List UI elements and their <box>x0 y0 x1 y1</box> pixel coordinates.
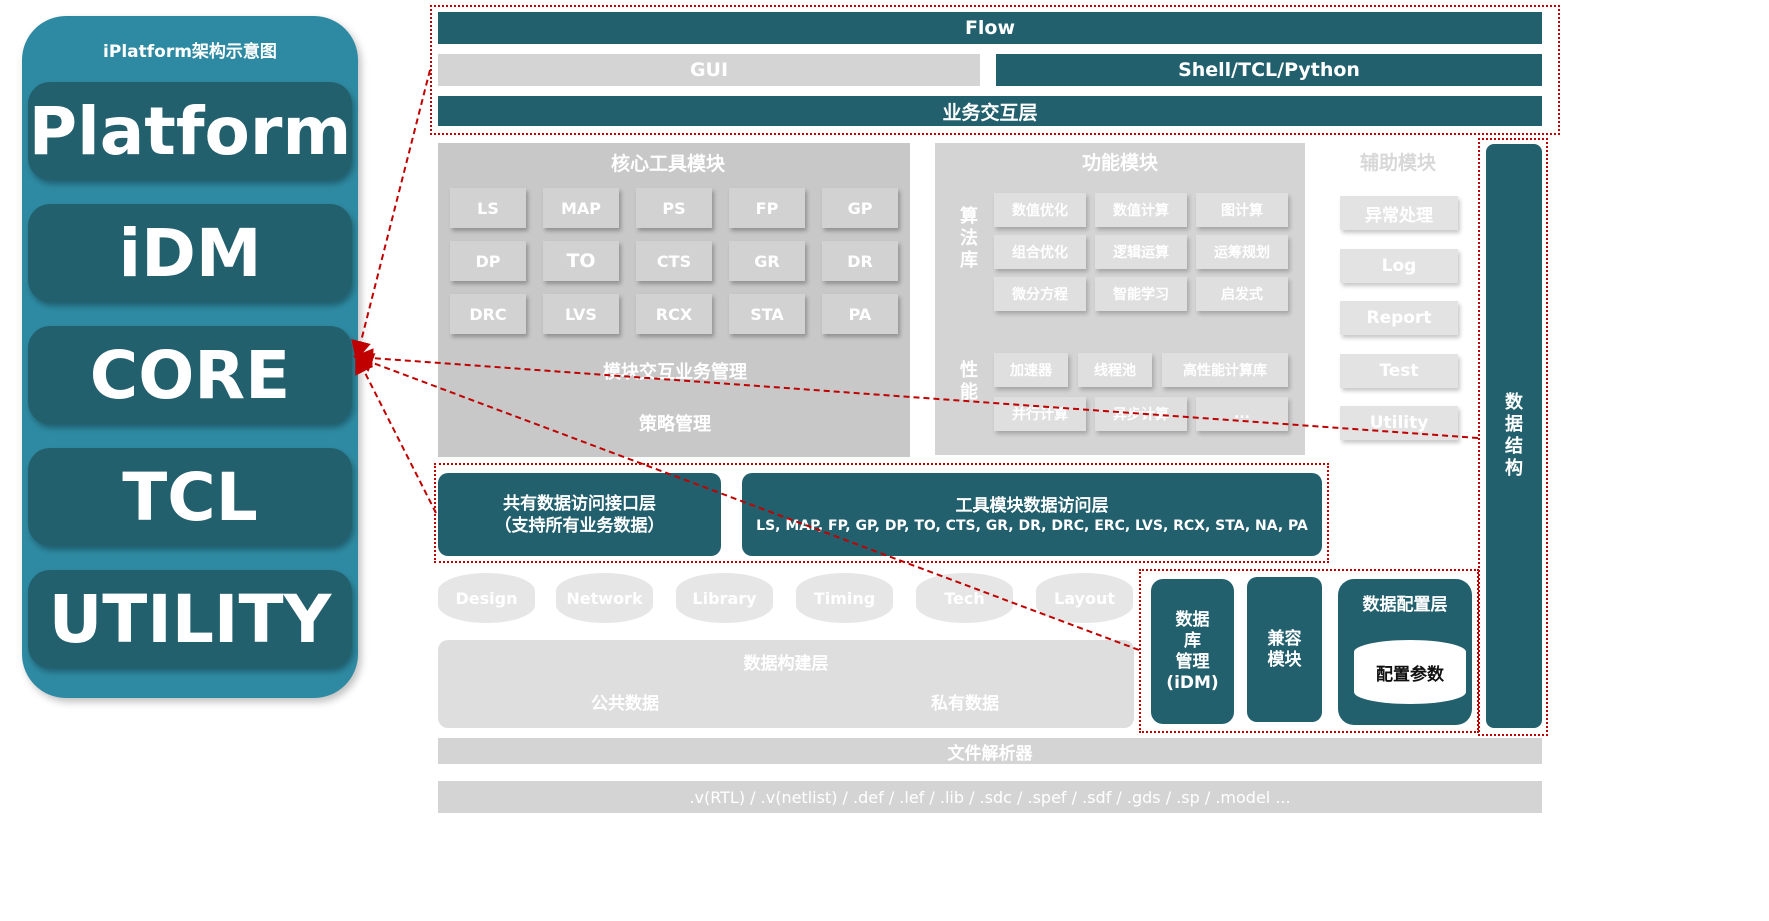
core-tools-title: 核心工具模块 <box>610 152 725 175</box>
shared-access-layer: 共有数据访问接口层 （支持所有业务数据） <box>438 473 721 556</box>
db-cylinder: Design <box>438 573 535 623</box>
tool-tile: RCX <box>636 294 712 334</box>
tool-tile: MAP <box>543 188 619 228</box>
layer-utility: UTILITY <box>28 570 352 668</box>
algo-tile: 图计算 <box>1196 193 1288 227</box>
tool-access-list: LS, MAP, FP, GP, DP, TO, CTS, GR, DR, DR… <box>756 518 1308 534</box>
layer-idm: iDM <box>28 204 352 302</box>
perf-tile: 加速器 <box>994 353 1068 387</box>
tool-tile: PS <box>636 188 712 228</box>
layer-platform: Platform <box>28 82 352 180</box>
function-title: 功能模块 <box>1081 151 1158 174</box>
tool-tile: GR <box>729 241 805 281</box>
algo-lib-label: 算 法 库 <box>960 206 978 271</box>
algo-tile: 数值计算 <box>1095 193 1187 227</box>
tool-tile: DP <box>450 241 526 281</box>
shell-bar: Shell/TCL/Python <box>996 54 1542 86</box>
aux-title: 辅助模块 <box>1359 151 1436 174</box>
public-data-label: 公共数据 <box>591 693 659 714</box>
data-structure-label: 数 据 结 构 <box>1505 392 1523 479</box>
aux-item: Test <box>1340 354 1458 388</box>
perf-tile: 高性能计算库 <box>1162 353 1288 387</box>
tool-tile: CTS <box>636 241 712 281</box>
tool-access-title: 工具模块数据访问层 <box>955 495 1109 516</box>
algo-tile: 启发式 <box>1196 277 1288 311</box>
perf-tile: 异步计算 <box>1095 397 1187 431</box>
tool-tile: LVS <box>543 294 619 334</box>
business-layer-bar: 业务交互层 <box>438 96 1542 126</box>
config-params-cylinder: 配置参数 <box>1354 640 1466 704</box>
compat-module: 兼容 模块 <box>1247 577 1322 722</box>
db-cylinder: Network <box>556 573 653 623</box>
tool-tile: PA <box>822 294 898 334</box>
file-formats-bar: .v(RTL) / .v(netlist) / .def / .lef / .l… <box>438 781 1542 813</box>
db-cylinder: Tech <box>916 573 1013 623</box>
tool-tile: GP <box>822 188 898 228</box>
algo-tile: 逻辑运算 <box>1095 235 1187 269</box>
aux-item: 异常处理 <box>1340 196 1458 230</box>
arrow-line <box>351 69 431 361</box>
algo-tile: 运筹规划 <box>1196 235 1288 269</box>
tool-tile: TO <box>543 241 619 281</box>
aux-item: Utility <box>1340 406 1458 440</box>
build-title: 数据构建层 <box>743 653 829 674</box>
tool-tile: DR <box>822 241 898 281</box>
perf-tile: 并行计算 <box>994 397 1086 431</box>
db-cylinder: Library <box>676 573 773 623</box>
perf-tile: ... <box>1196 397 1288 431</box>
db-cylinder: Layout <box>1036 573 1133 623</box>
tool-tile: LS <box>450 188 526 228</box>
layer-core: CORE <box>28 326 352 424</box>
db-cylinder: Timing <box>796 573 893 623</box>
algo-tile: 数值优化 <box>994 193 1086 227</box>
db-management: 数据 库 管理 (iDM) <box>1151 579 1234 724</box>
strategy-label: 策略管理 <box>639 414 711 435</box>
perf-tile: 线程池 <box>1078 353 1152 387</box>
aux-item: Report <box>1340 301 1458 335</box>
config-layer-title: 数据配置层 <box>1362 594 1448 615</box>
algo-tile: 微分方程 <box>994 277 1086 311</box>
tool-tile: DRC <box>450 294 526 334</box>
aux-item: Log <box>1340 249 1458 283</box>
algo-tile: 组合优化 <box>994 235 1086 269</box>
gui-bar: GUI <box>438 54 980 86</box>
arrow-line <box>355 353 437 514</box>
tool-tile: STA <box>729 294 805 334</box>
module-interaction-label: 模块交互业务管理 <box>603 362 747 383</box>
tool-tile: FP <box>729 188 805 228</box>
layer-tcl: TCL <box>28 448 352 546</box>
left-panel-title: iPlatform架构示意图 <box>103 41 277 62</box>
algo-tile: 智能学习 <box>1095 277 1187 311</box>
flow-bar: Flow <box>438 12 1542 44</box>
private-data-label: 私有数据 <box>931 693 999 714</box>
perf-label: 性 能 <box>960 360 978 403</box>
file-parser-bar: 文件解析器 <box>438 738 1542 764</box>
